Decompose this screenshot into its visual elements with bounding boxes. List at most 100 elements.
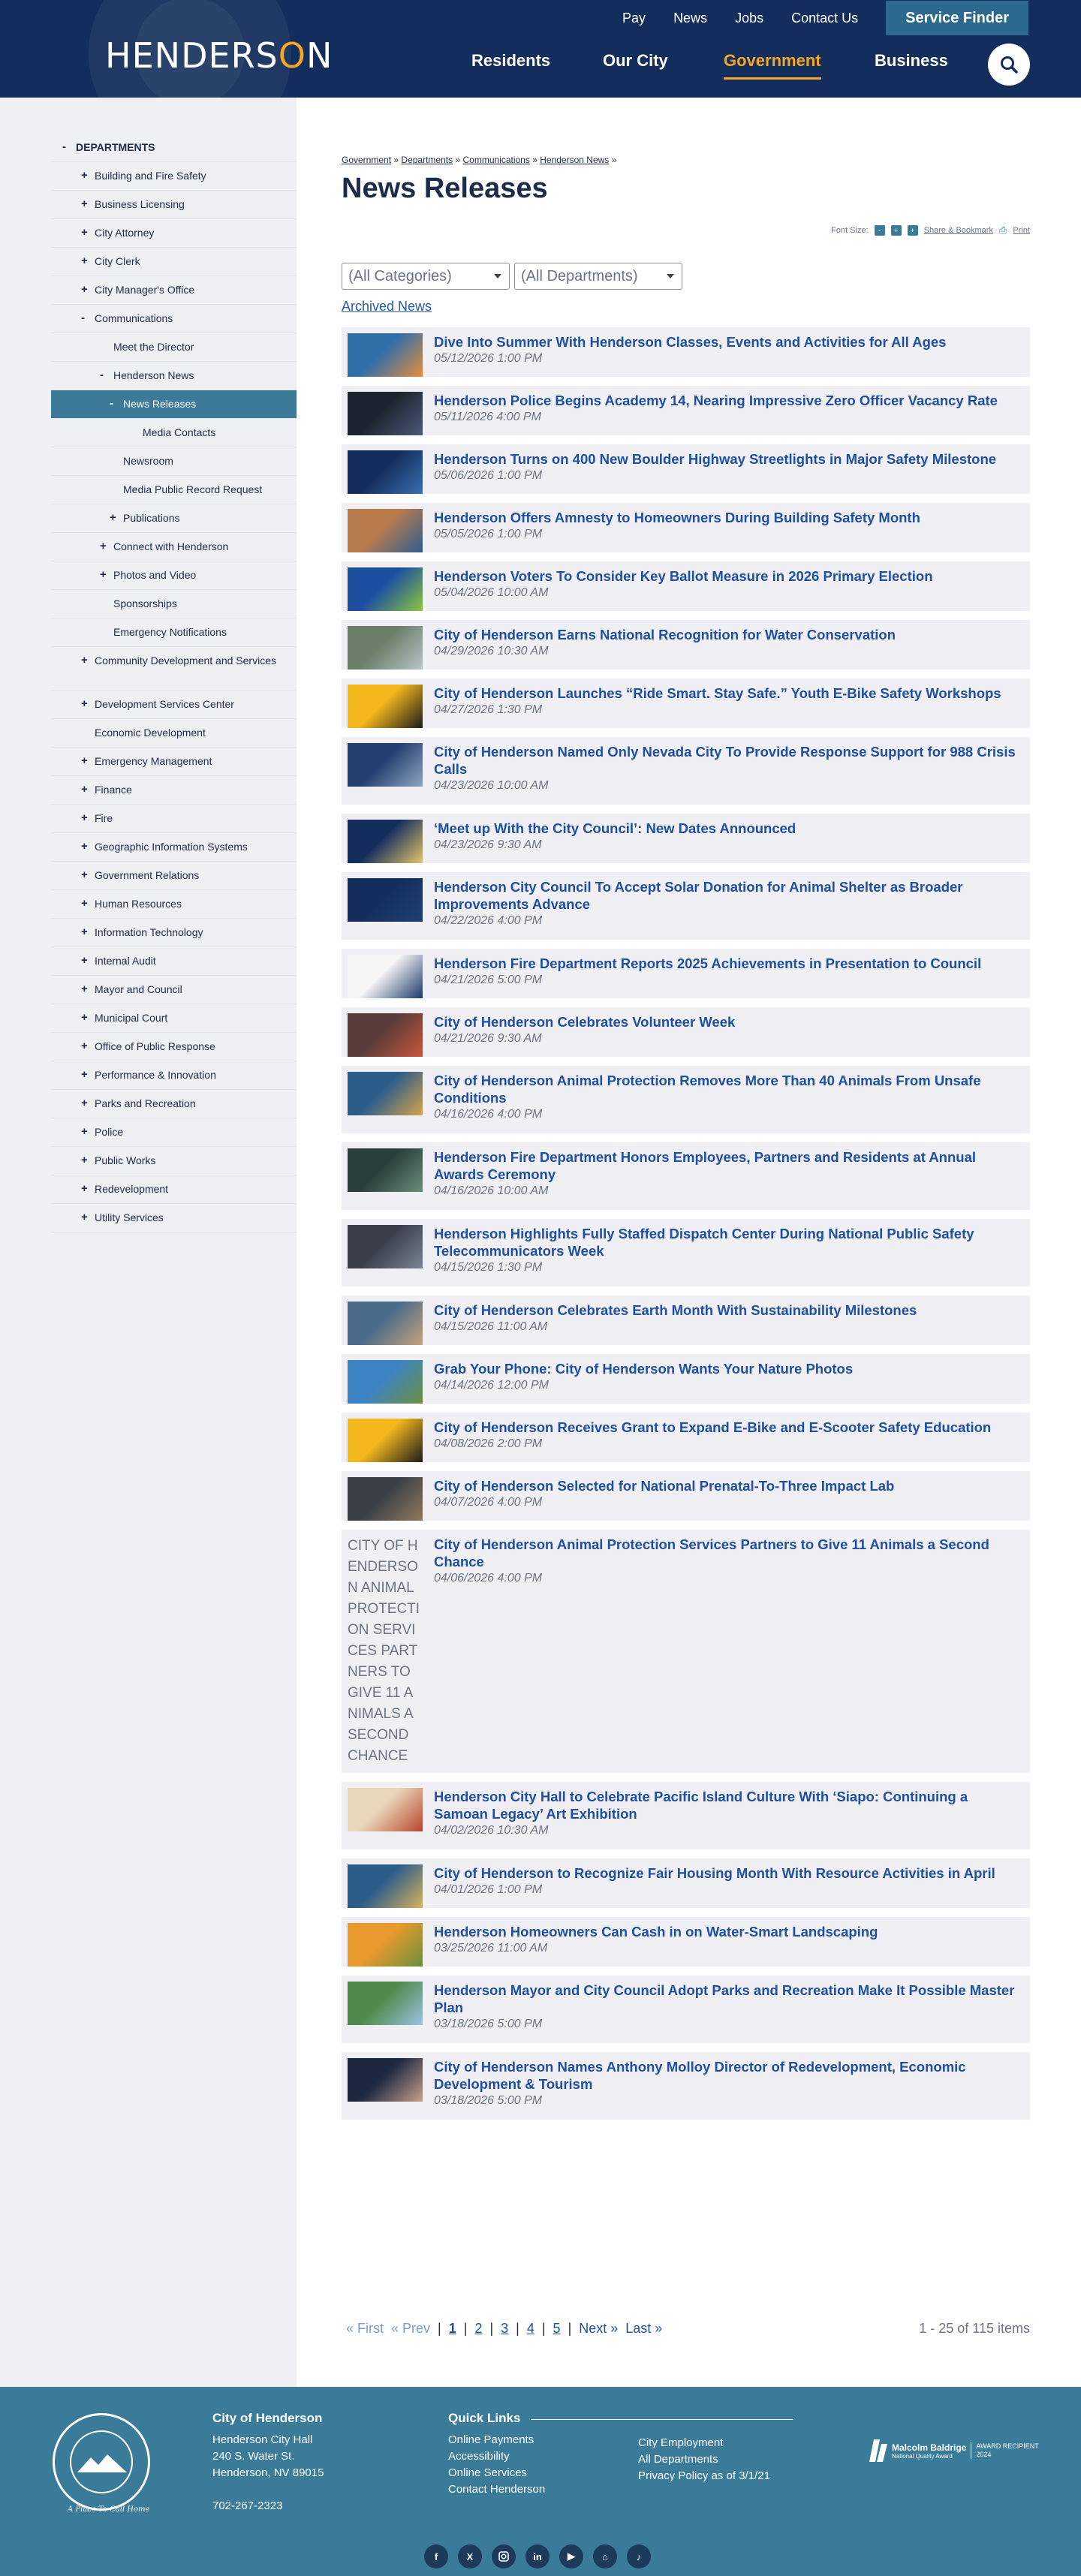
footer-link-online-services[interactable]: Online Services bbox=[448, 2465, 545, 2481]
pager-page-4[interactable]: 4 bbox=[527, 2321, 534, 2337]
tiktok-icon[interactable]: ♪ bbox=[627, 2544, 651, 2568]
broken-image-alt-text[interactable]: CITY OF HENDERSON ANIMAL PROTECTION SERV… bbox=[348, 1536, 423, 1767]
fire-awards-thumb[interactable] bbox=[348, 1148, 423, 1192]
expand-icon[interactable]: + bbox=[81, 1126, 95, 1138]
expand-icon[interactable]: + bbox=[81, 926, 95, 938]
expand-icon[interactable]: + bbox=[81, 227, 95, 239]
news-title-link[interactable]: Henderson City Council To Accept Solar D… bbox=[434, 878, 1019, 913]
sidebar-item-business-licensing[interactable]: + Business Licensing bbox=[51, 191, 297, 219]
expand-icon[interactable]: + bbox=[81, 1069, 95, 1081]
fair-housing-thumb[interactable] bbox=[348, 1864, 423, 1908]
news-title-link[interactable]: Henderson Fire Department Reports 2025 A… bbox=[434, 955, 1019, 972]
youtube-icon[interactable]: ▶ bbox=[559, 2544, 583, 2568]
footer-link-employment[interactable]: City Employment bbox=[638, 2435, 770, 2451]
sidebar-item-government-relations[interactable]: + Government Relations bbox=[51, 862, 297, 890]
collapse-icon[interactable]: - bbox=[110, 398, 123, 410]
sidebar-item-utility-services[interactable]: + Utility Services bbox=[51, 1204, 297, 1232]
pager-page-1[interactable]: 1 bbox=[449, 2321, 456, 2337]
linkedin-icon[interactable]: in bbox=[525, 2544, 550, 2568]
news-title-link[interactable]: Grab Your Phone: City of Henderson Wants… bbox=[434, 1360, 1019, 1377]
nav-residents[interactable]: Residents bbox=[471, 51, 550, 71]
footer-link-online-payments[interactable]: Online Payments bbox=[448, 2432, 545, 2448]
pager-last[interactable]: Last » bbox=[625, 2321, 662, 2337]
ballot-measure-thumb[interactable] bbox=[348, 567, 423, 611]
building-safety-thumb[interactable] bbox=[348, 509, 423, 552]
footer-link-accessibility[interactable]: Accessibility bbox=[448, 2448, 545, 2465]
volunteer-week-thumb[interactable] bbox=[348, 1013, 423, 1057]
share-bookmark-link[interactable]: Share & Bookmark bbox=[924, 226, 993, 235]
dispatch-center-thumb[interactable] bbox=[348, 1225, 423, 1268]
search-button[interactable] bbox=[988, 44, 1030, 86]
expand-icon[interactable]: + bbox=[81, 655, 95, 667]
expand-icon[interactable]: + bbox=[81, 812, 95, 824]
sidebar-item-news-releases[interactable]: - News Releases bbox=[51, 390, 297, 419]
archived-news-link[interactable]: Archived News bbox=[342, 299, 432, 314]
sidebar-item-office-of-public-response[interactable]: + Office of Public Response bbox=[51, 1033, 297, 1061]
nav-our-city[interactable]: Our City bbox=[603, 51, 668, 71]
expand-icon[interactable]: + bbox=[81, 1154, 95, 1166]
sidebar-item-community-development-and-services[interactable]: + Community Development and Services bbox=[51, 647, 297, 691]
news-title-link[interactable]: Henderson Police Begins Academy 14, Near… bbox=[434, 392, 1019, 409]
news-title-link[interactable]: Dive Into Summer With Henderson Classes,… bbox=[434, 333, 1019, 351]
ebike-grant-thumb[interactable] bbox=[348, 1419, 423, 1462]
expand-icon[interactable]: + bbox=[81, 198, 95, 210]
collapse-icon[interactable]: - bbox=[81, 312, 95, 324]
x-icon[interactable]: X bbox=[458, 2544, 482, 2568]
sidebar-item-publications[interactable]: + Publications bbox=[51, 504, 297, 533]
sidebar-item-city-manager-s-office[interactable]: + City Manager's Office bbox=[51, 276, 297, 305]
sidebar-item-city-clerk[interactable]: + City Clerk bbox=[51, 248, 297, 276]
nature-photos-thumb[interactable] bbox=[348, 1360, 423, 1404]
sidebar-item-mayor-and-council[interactable]: + Mayor and Council bbox=[51, 976, 297, 1004]
expand-icon[interactable]: + bbox=[81, 1183, 95, 1195]
animal-protection-thumb[interactable] bbox=[348, 1072, 423, 1115]
footer-link-contact[interactable]: Contact Henderson bbox=[448, 2481, 545, 2498]
sidebar-item-fire[interactable]: + Fire bbox=[51, 805, 297, 833]
category-select[interactable]: (All Categories) bbox=[342, 263, 510, 290]
expand-icon[interactable]: + bbox=[100, 569, 113, 581]
sidebar-item-performance-innovation[interactable]: + Performance & Innovation bbox=[51, 1061, 297, 1090]
news-title-link[interactable]: City of Henderson Animal Protection Remo… bbox=[434, 1072, 1019, 1106]
font-increase-button[interactable]: + bbox=[890, 225, 902, 236]
util-link-pay[interactable]: Pay bbox=[622, 11, 646, 26]
pager-page-5[interactable]: 5 bbox=[553, 2321, 561, 2337]
facebook-icon[interactable]: f bbox=[424, 2544, 448, 2568]
department-select[interactable]: (All Departments) bbox=[514, 263, 682, 290]
expand-icon[interactable]: + bbox=[81, 1012, 95, 1024]
news-title-link[interactable]: Henderson Mayor and City Council Adopt P… bbox=[434, 1982, 1019, 2016]
news-title-link[interactable]: Henderson Voters To Consider Key Ballot … bbox=[434, 567, 1019, 585]
siapo-thumb[interactable] bbox=[348, 1788, 423, 1831]
sidebar-item-city-attorney[interactable]: + City Attorney bbox=[51, 219, 297, 248]
sidebar-item-parks-and-recreation[interactable]: + Parks and Recreation bbox=[51, 1090, 297, 1118]
news-title-link[interactable]: City of Henderson Selected for National … bbox=[434, 1477, 1019, 1494]
nav-government[interactable]: Government bbox=[724, 51, 821, 80]
police-academy-thumb[interactable] bbox=[348, 392, 423, 435]
expand-icon[interactable]: + bbox=[81, 1211, 95, 1223]
streetlights-thumb[interactable] bbox=[348, 450, 423, 494]
collapse-icon[interactable]: - bbox=[62, 141, 76, 153]
util-link-contact[interactable]: Contact Us bbox=[791, 11, 858, 26]
nav-business[interactable]: Business bbox=[875, 51, 948, 71]
pager-prev[interactable]: « Prev bbox=[391, 2321, 430, 2337]
font-decrease-button[interactable]: - bbox=[874, 225, 885, 236]
breadcrumb-henderson-news[interactable]: Henderson News bbox=[540, 155, 609, 165]
expand-icon[interactable]: + bbox=[81, 1040, 95, 1052]
sidebar-item-public-works[interactable]: + Public Works bbox=[51, 1147, 297, 1175]
sidebar-item-media-contacts[interactable]: Media Contacts bbox=[51, 419, 297, 447]
landscaping-thumb[interactable] bbox=[348, 1923, 423, 1967]
sidebar-item-newsroom[interactable]: Newsroom bbox=[51, 447, 297, 476]
sidebar-item-emergency-management[interactable]: + Emergency Management bbox=[51, 748, 297, 776]
news-title-link[interactable]: City of Henderson to Recognize Fair Hous… bbox=[434, 1864, 1019, 1882]
footer-link-departments[interactable]: All Departments bbox=[638, 2451, 770, 2468]
print-link[interactable]: Print bbox=[1013, 226, 1030, 235]
sidebar-item-communications[interactable]: - Communications bbox=[51, 305, 297, 333]
sidebar-item-connect-with-henderson[interactable]: + Connect with Henderson bbox=[51, 533, 297, 561]
breadcrumb-government[interactable]: Government bbox=[342, 155, 391, 165]
instagram-icon[interactable] bbox=[492, 2544, 516, 2568]
sidebar-item-development-services-center[interactable]: + Development Services Center bbox=[51, 691, 297, 719]
news-title-link[interactable]: City of Henderson Celebrates Earth Month… bbox=[434, 1302, 1019, 1319]
collapse-icon[interactable]: - bbox=[100, 369, 113, 381]
sidebar-item-geographic-information-systems[interactable]: + Geographic Information Systems bbox=[51, 833, 297, 862]
expand-icon[interactable]: + bbox=[100, 540, 113, 552]
expand-icon[interactable]: + bbox=[81, 284, 95, 296]
summer-classes-thumb[interactable] bbox=[348, 333, 423, 377]
